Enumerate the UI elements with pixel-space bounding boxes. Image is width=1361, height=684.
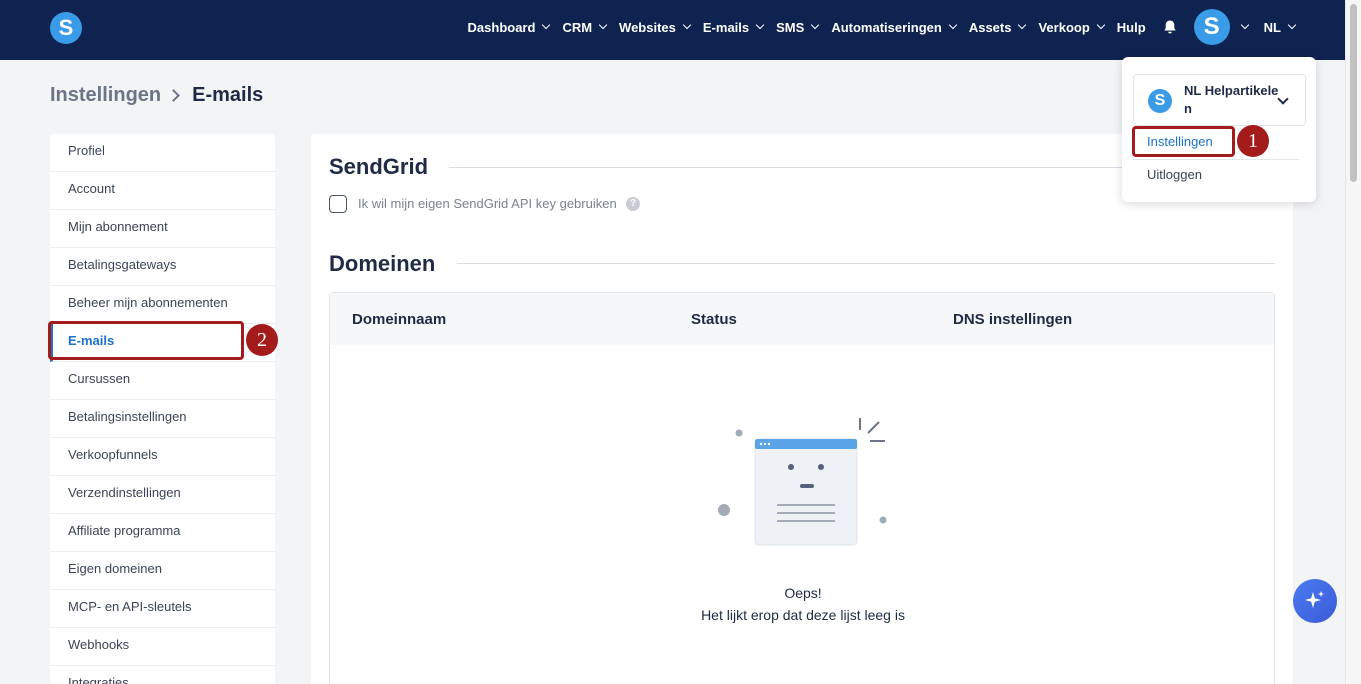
step-highlight-box bbox=[1132, 126, 1235, 157]
chevron-down-icon bbox=[755, 20, 765, 30]
chevron-down-icon bbox=[542, 20, 551, 30]
sidebar-item-mijn-abonnement[interactable]: Mijn abonnement bbox=[50, 210, 275, 248]
step-highlight-box bbox=[48, 321, 244, 360]
main-nav: Dashboard CRM Websites E-mails SMS Autom… bbox=[455, 0, 1297, 54]
chevron-down-icon bbox=[948, 20, 958, 30]
chevron-down-icon bbox=[1096, 20, 1106, 30]
sendgrid-title: SendGrid bbox=[329, 154, 429, 179]
domains-table: Domeinnaam Status DNS instellingen Oeps!… bbox=[329, 292, 1275, 684]
nav-automatiseringen[interactable]: Automatiseringen bbox=[831, 20, 958, 35]
nav-assets[interactable]: Assets bbox=[969, 20, 1027, 35]
nav-dashboard[interactable]: Dashboard bbox=[468, 20, 551, 35]
app-logo[interactable]: S bbox=[50, 12, 82, 44]
sidebar-item-webhooks[interactable]: Webhooks bbox=[50, 628, 275, 666]
chevron-down-icon bbox=[598, 20, 608, 30]
sidebar-item-verzendinstellingen[interactable]: Verzendinstellingen bbox=[50, 476, 275, 514]
sendgrid-api-checkbox[interactable] bbox=[329, 195, 347, 213]
menu-item-uitloggen[interactable]: Uitloggen bbox=[1147, 167, 1202, 182]
main-panel: SendGrid Ik wil mijn eigen SendGrid API … bbox=[311, 134, 1293, 684]
nav-hulp[interactable]: Hulp bbox=[1117, 20, 1146, 35]
breadcrumb-parent[interactable]: Instellingen bbox=[50, 84, 161, 107]
chevron-down-icon bbox=[811, 20, 820, 30]
avatar-menu-toggle[interactable] bbox=[1234, 20, 1249, 30]
sidebar-item-profiel[interactable]: Profiel bbox=[50, 134, 275, 172]
chevron-down-icon bbox=[1277, 93, 1289, 105]
step-badge: 2 bbox=[246, 324, 278, 356]
sparkle-icon bbox=[1305, 591, 1324, 608]
sidebar-item-integraties[interactable]: Integraties bbox=[50, 666, 275, 684]
chevron-down-icon bbox=[1018, 20, 1027, 30]
scrollbar-thumb[interactable] bbox=[1350, 4, 1357, 182]
column-status: Status bbox=[691, 311, 737, 328]
nav-websites[interactable]: Websites bbox=[619, 20, 692, 35]
nav-crm[interactable]: CRM bbox=[562, 20, 608, 35]
sidebar-item-affiliate[interactable]: Affiliate programma bbox=[50, 514, 275, 552]
page-scrollbar[interactable] bbox=[1345, 0, 1361, 684]
divider bbox=[457, 263, 1275, 264]
empty-state-message: Het lijkt erop dat deze lijst leeg is bbox=[701, 607, 905, 623]
sendgrid-checkbox-label[interactable]: Ik wil mijn eigen SendGrid API key gebru… bbox=[358, 196, 617, 211]
empty-list-illustration bbox=[718, 418, 887, 546]
account-switcher[interactable]: S NL Helpartikelen bbox=[1133, 74, 1306, 126]
language-selector[interactable]: NL bbox=[1264, 20, 1297, 35]
chevron-down-icon bbox=[1240, 20, 1249, 30]
account-name: NL Helpartikelen bbox=[1184, 83, 1279, 116]
bell-icon[interactable] bbox=[1162, 19, 1178, 35]
sidebar-item-betalingsgateways[interactable]: Betalingsgateways bbox=[50, 248, 275, 286]
sidebar-item-cursussen[interactable]: Cursussen bbox=[50, 362, 275, 400]
domains-title: Domeinen bbox=[329, 251, 436, 276]
nav-verkoop[interactable]: Verkoop bbox=[1038, 20, 1106, 35]
sidebar-item-account[interactable]: Account bbox=[50, 172, 275, 210]
sidebar-item-api-sleutels[interactable]: MCP- en API-sleutels bbox=[50, 590, 275, 628]
user-avatar[interactable]: S bbox=[1193, 9, 1230, 45]
settings-sidebar: Profiel Account Mijn abonnement Betaling… bbox=[50, 134, 275, 684]
empty-state-title: Oeps! bbox=[784, 585, 822, 601]
chevron-down-icon bbox=[1287, 20, 1297, 30]
step-badge: 1 bbox=[1237, 125, 1269, 157]
page-title: E-mails bbox=[192, 84, 264, 106]
account-logo: S bbox=[1148, 89, 1172, 113]
chevron-right-icon bbox=[167, 89, 180, 102]
ai-assistant-button[interactable] bbox=[1293, 579, 1337, 623]
column-dns: DNS instellingen bbox=[953, 311, 1073, 328]
nav-emails[interactable]: E-mails bbox=[703, 20, 765, 35]
sidebar-item-betalingsinstellingen[interactable]: Betalingsinstellingen bbox=[50, 400, 275, 438]
sidebar-item-eigen-domeinen[interactable]: Eigen domeinen bbox=[50, 552, 275, 590]
top-navigation-bar: S Dashboard CRM Websites E-mails SMS Aut… bbox=[0, 0, 1345, 60]
breadcrumb: Instellingen E-mails bbox=[50, 84, 263, 107]
table-header: Domeinnaam Status DNS instellingen bbox=[330, 293, 1274, 345]
divider bbox=[1133, 159, 1299, 160]
question-icon[interactable]: ? bbox=[626, 197, 640, 211]
column-domeinnaam: Domeinnaam bbox=[352, 311, 447, 328]
nav-sms[interactable]: SMS bbox=[776, 20, 820, 35]
chevron-down-icon bbox=[682, 20, 692, 30]
sidebar-item-beheer-abonnementen[interactable]: Beheer mijn abonnementen bbox=[50, 286, 275, 324]
sidebar-item-verkoopfunnels[interactable]: Verkoopfunnels bbox=[50, 438, 275, 476]
